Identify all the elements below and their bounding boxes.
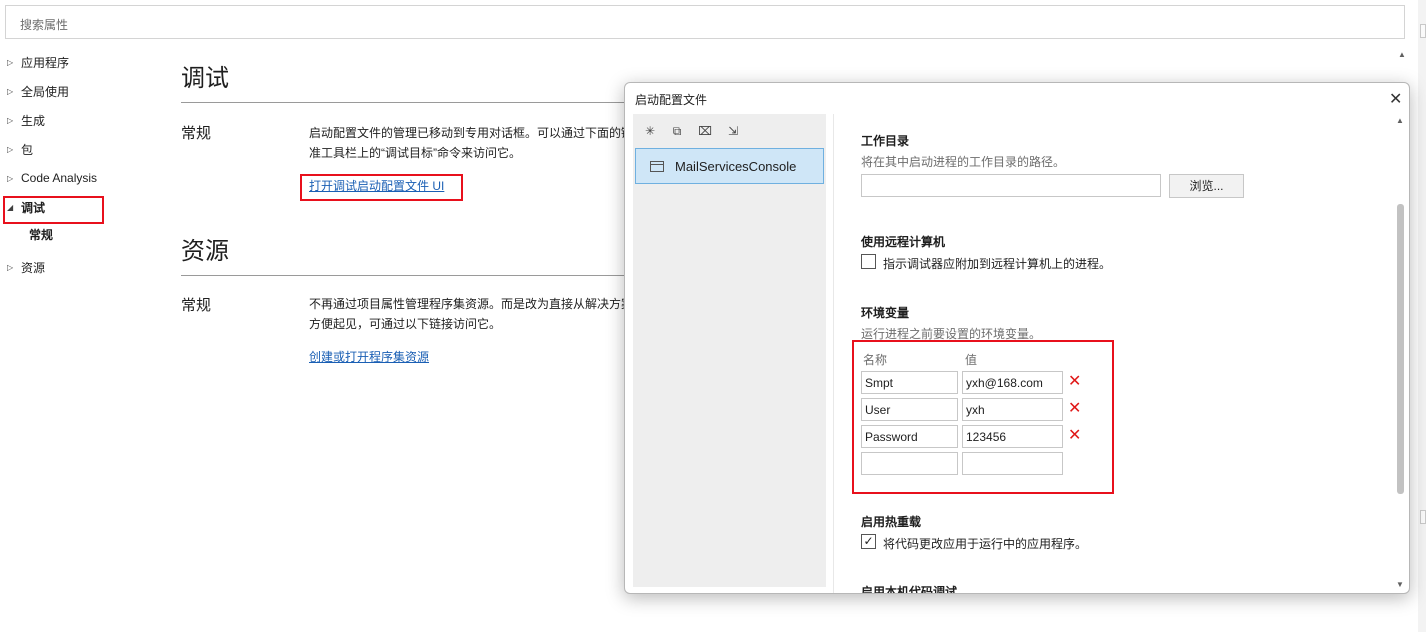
resources-section-divider <box>181 275 641 276</box>
tree-item-label: Code Analysis <box>21 171 98 185</box>
env-title: 环境变量 <box>861 306 910 320</box>
annotation-highlight-link <box>300 174 463 201</box>
res-desc-line1: 不再通过项目属性管理程序集资源。而是改为直接从解决方案资源管理器 <box>309 297 639 311</box>
debug-desc-line1: 启动配置文件的管理已移动到专用对话框。可以通过下面的链接 <box>309 126 639 140</box>
rename-profile-icon[interactable]: ⇲ <box>725 124 741 138</box>
hotreload-title: 启用热重载 <box>861 515 922 529</box>
tree-item-code-analysis[interactable]: ▷ Code Analysis <box>7 169 97 187</box>
hotreload-checkbox-label: 将代码更改应用于运行中的应用程序。 <box>883 537 1088 551</box>
debug-desc-line2: 准工具栏上的“调试目标”命令来访问它。 <box>309 146 521 160</box>
main-scroll-up-arrow-icon[interactable]: ▲ <box>1398 50 1406 59</box>
remote-checkbox-label: 指示调试器应附加到远程计算机上的进程。 <box>883 257 1112 271</box>
delete-profile-icon[interactable]: ⌧ <box>697 124 713 138</box>
dialog-divider <box>833 114 834 593</box>
workdir-description: 将在其中启动进程的工作目录的路径。 <box>861 155 1066 169</box>
hotreload-checkbox[interactable]: ✓ <box>861 534 876 549</box>
tree-item-label: 包 <box>21 142 34 157</box>
launch-profiles-dialog: 启动配置文件 ✕ ✳ ⧉ ⌧ ⇲ MailServicesConsole 工作目… <box>624 82 1410 594</box>
scroll-down-arrow-icon[interactable]: ▼ <box>1396 580 1404 589</box>
expand-arrow-icon[interactable]: ▷ <box>7 87 21 96</box>
resources-section-title: 资源 <box>181 238 229 265</box>
tree-item-label: 应用程序 <box>21 55 70 70</box>
remote-title: 使用远程计算机 <box>861 235 946 249</box>
native-debug-title: 启用本机代码调试 <box>861 585 958 594</box>
expand-arrow-icon[interactable]: ▷ <box>7 58 21 67</box>
resources-description: 不再通过项目属性管理程序集资源。而是改为直接从解决方案资源管理器 方便起见，可通… <box>309 294 639 334</box>
outer-scroll-nub-bottom[interactable] <box>1420 510 1426 524</box>
remote-checkbox[interactable] <box>861 254 876 269</box>
workdir-title: 工作目录 <box>861 134 910 148</box>
tree-item-package[interactable]: ▷ 包 <box>7 140 33 158</box>
expand-arrow-icon[interactable]: ▷ <box>7 263 21 272</box>
expand-arrow-icon[interactable]: ▷ <box>7 174 21 183</box>
profile-name: MailServicesConsole <box>675 158 797 174</box>
tree-item-global-usings[interactable]: ▷ 全局使用 <box>7 82 69 100</box>
tree-item-build[interactable]: ▷ 生成 <box>7 111 45 129</box>
scroll-up-arrow-icon[interactable]: ▲ <box>1396 116 1404 125</box>
debug-description: 启动配置文件的管理已移动到专用对话框。可以通过下面的链接 准工具栏上的“调试目标… <box>309 123 639 163</box>
outer-scroll-nub-top[interactable] <box>1420 24 1426 38</box>
debug-section-divider <box>181 102 641 103</box>
debug-general-label: 常规 <box>181 125 212 142</box>
tree-item-resources[interactable]: ▷ 资源 <box>7 258 45 276</box>
resources-general-label: 常规 <box>181 297 212 314</box>
scroll-thumb[interactable] <box>1397 204 1404 494</box>
res-desc-line2: 方便起见，可通过以下链接访问它。 <box>309 317 502 331</box>
expand-arrow-icon[interactable]: ▷ <box>7 116 21 125</box>
annotation-highlight-env <box>852 340 1114 494</box>
dialog-title: 启动配置文件 <box>635 93 708 107</box>
annotation-highlight-debug <box>3 196 104 224</box>
dialog-scrollbar[interactable]: ▲ ▼ <box>1395 114 1409 593</box>
new-profile-icon[interactable]: ✳ <box>642 124 658 138</box>
expand-arrow-icon[interactable]: ▷ <box>7 145 21 154</box>
tree-item-application[interactable]: ▷ 应用程序 <box>7 53 69 71</box>
workdir-input[interactable] <box>861 174 1161 197</box>
debug-section-title: 调试 <box>181 65 229 92</box>
profile-list-panel: ✳ ⧉ ⌧ ⇲ MailServicesConsole <box>633 114 826 587</box>
tree-item-label: 生成 <box>21 113 46 128</box>
tree-item-label: 全局使用 <box>21 84 70 99</box>
copy-profile-icon[interactable]: ⧉ <box>669 124 685 138</box>
search-input[interactable]: 搜索属性 <box>5 5 1405 39</box>
outer-scrollbar[interactable] <box>1418 0 1426 632</box>
close-icon[interactable]: ✕ <box>1389 89 1402 109</box>
tree-subitem-debug-general[interactable]: 常规 <box>29 226 53 243</box>
tree-item-label: 资源 <box>21 260 46 275</box>
create-open-resources-link[interactable]: 创建或打开程序集资源 <box>309 348 429 365</box>
profile-item-selected[interactable]: MailServicesConsole <box>635 148 824 184</box>
search-placeholder: 搜索属性 <box>20 18 69 32</box>
window-icon <box>650 160 664 172</box>
browse-button[interactable]: 浏览... <box>1169 174 1244 198</box>
